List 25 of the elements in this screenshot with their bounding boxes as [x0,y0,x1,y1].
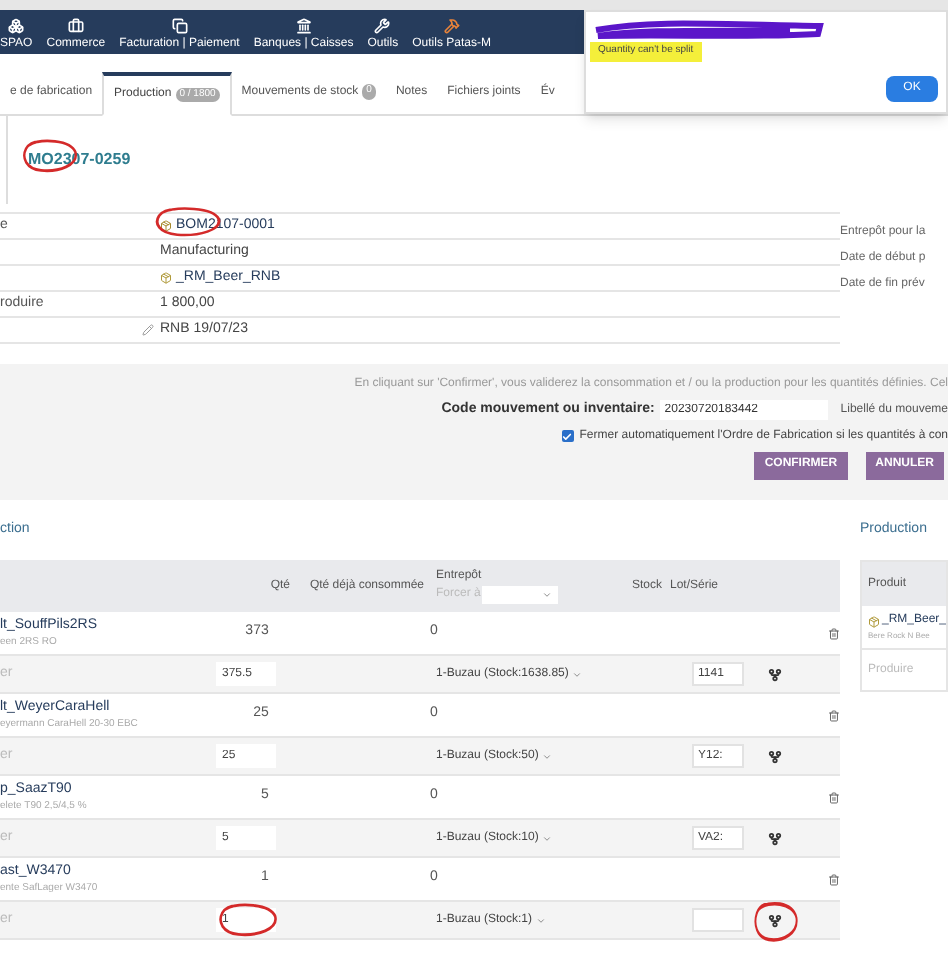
caret-icon [572,669,583,679]
caret-icon [542,590,553,600]
caret-icon [542,751,553,761]
product-icon [868,615,880,627]
edit-icon[interactable] [142,324,154,336]
menu-icon [443,18,460,34]
delete-icon[interactable] [828,873,840,885]
checkbox[interactable] [561,430,574,442]
split-icon[interactable] [768,831,782,845]
menu-icon [171,18,188,34]
menu-icon [374,18,391,34]
bom-icon [160,220,172,232]
delete-icon[interactable] [828,791,840,803]
split-icon[interactable] [768,667,782,681]
lot-input[interactable] [692,908,744,932]
menu-icon [8,18,25,34]
delete-icon[interactable] [828,627,840,639]
delete-icon[interactable] [828,709,840,721]
product-icon [160,272,172,284]
split-icon[interactable] [768,749,782,763]
menu-icon [295,18,312,34]
split-icon[interactable] [768,913,782,927]
caret-icon [536,915,547,925]
caret-icon [542,833,553,843]
menu-icon [67,18,84,34]
